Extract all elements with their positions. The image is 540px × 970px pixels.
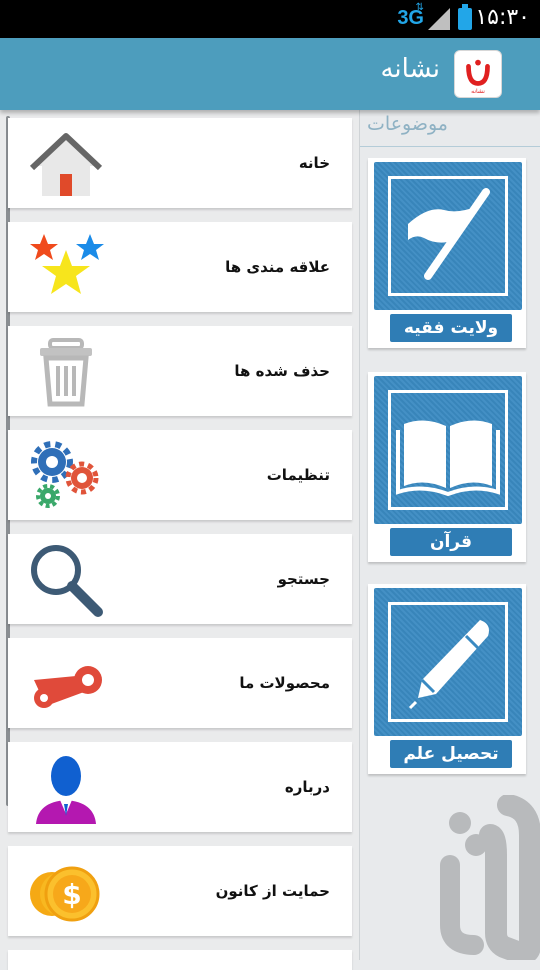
topic-card-quran[interactable]: قرآن (368, 372, 526, 562)
topic-label: تحصیل علم (390, 740, 512, 768)
person-icon (26, 750, 106, 826)
signal-icon (428, 8, 450, 30)
products-icon (26, 646, 106, 722)
menu-label: علاقه مندی ها (225, 258, 330, 276)
menu-label: محصولات ما (239, 674, 330, 692)
topic-tile (374, 588, 522, 736)
menu-item-favorites[interactable]: علاقه مندی ها (8, 222, 352, 312)
flag-icon (408, 188, 490, 280)
menu-item-partial[interactable] (8, 950, 352, 970)
menu-label: تنظیمات (266, 466, 330, 484)
coins-icon: $ (26, 854, 106, 930)
status-bar: ⇅ 3G ۱۵:۳۰ (0, 0, 540, 38)
search-icon (26, 542, 106, 618)
topic-card-education[interactable]: تحصیل علم (368, 584, 526, 774)
menu-label: حمایت از کانون (215, 882, 330, 900)
menu-label: خانه (298, 154, 330, 172)
home-icon (26, 126, 106, 202)
menu-item-home[interactable]: خانه (8, 118, 352, 208)
topic-card-velayat[interactable]: ولایت فقیه (368, 158, 526, 348)
pen-icon (408, 620, 489, 710)
menu-item-deleted[interactable]: حذف شده ها (8, 326, 352, 416)
stars-icon (26, 230, 106, 306)
gears-icon (26, 438, 106, 514)
menu-item-support[interactable]: $ حمایت از کانون (8, 846, 352, 936)
watermark-logo (440, 795, 540, 960)
menu-item-search[interactable]: جستجو (8, 534, 352, 624)
network-type: 3G (397, 7, 424, 29)
svg-text:$: $ (62, 878, 81, 911)
menu-item-products[interactable]: محصولات ما (8, 638, 352, 728)
battery-icon (458, 4, 472, 30)
book-icon (396, 420, 500, 497)
topics-panel: موضوعات ولایت فقیه قرآن تحصیل علم (360, 110, 540, 960)
topic-tile (374, 162, 522, 310)
menu-label: درباره (284, 778, 330, 796)
logo-caption: نشانه (471, 88, 485, 95)
topic-label: ولایت فقیه (390, 314, 512, 342)
menu-label: حذف شده ها (234, 362, 330, 380)
menu-item-settings[interactable]: تنظیمات (8, 430, 352, 520)
menu-label: جستجو (277, 570, 330, 588)
clock: ۱۵:۳۰ (475, 5, 530, 30)
app-logo[interactable]: نشانه (454, 50, 502, 98)
menu-item-about[interactable]: درباره (8, 742, 352, 832)
trash-icon (26, 334, 106, 410)
topic-label: قرآن (390, 528, 512, 556)
navigation-drawer: خانه علاقه مندی ها حذف شده ها تنظیمات جس… (0, 110, 360, 970)
topic-tile (374, 376, 522, 524)
topics-title: موضوعات (367, 113, 448, 135)
app-title: نشانه (380, 54, 440, 84)
app-header: نشانه نشانه (0, 38, 540, 110)
divider (360, 146, 540, 147)
